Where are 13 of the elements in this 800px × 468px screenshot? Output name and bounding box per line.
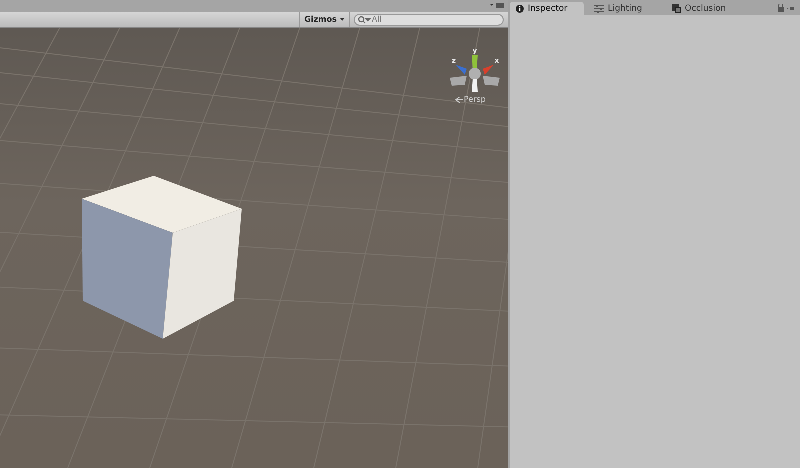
- lock-icon[interactable]: [778, 4, 794, 12]
- info-icon: [516, 4, 524, 12]
- search-field[interactable]: All: [354, 14, 504, 26]
- projection-toggle[interactable]: Persp: [455, 95, 486, 104]
- panel-tab[interactable]: Occlusion: [666, 2, 740, 15]
- sliders-icon: [594, 4, 604, 12]
- occlusion-icon: [672, 4, 681, 13]
- menu-icon[interactable]: [490, 3, 504, 9]
- panel-tab[interactable]: Lighting: [588, 2, 662, 15]
- caret-icon: [340, 18, 345, 21]
- back-arrow-icon: [455, 96, 463, 102]
- gizmos-dropdown[interactable]: Gizmos: [299, 12, 350, 27]
- panel-tab[interactable]: Inspector: [510, 2, 584, 15]
